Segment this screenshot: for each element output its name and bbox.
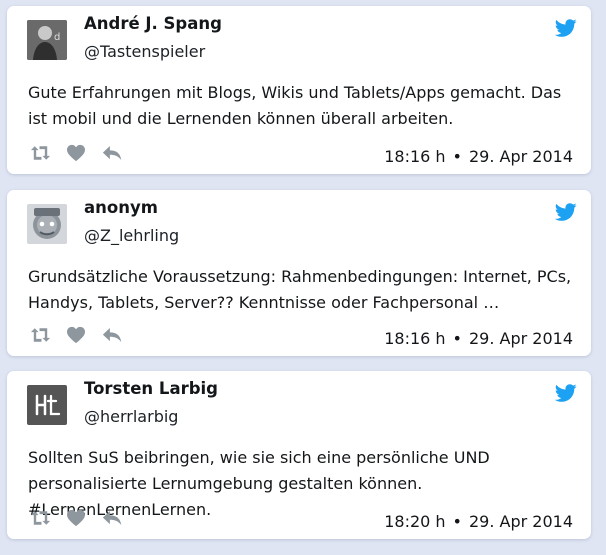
tweet-card: d André J. Spang @Tastenspieler Gute Erf… bbox=[7, 6, 591, 174]
badge-avatar-icon[interactable] bbox=[27, 204, 67, 244]
tweet-time: 18:16 h bbox=[384, 147, 446, 166]
timestamp[interactable]: 18:20 h • 29. Apr 2014 bbox=[384, 512, 573, 531]
monogram-avatar-icon[interactable] bbox=[27, 385, 67, 425]
timestamp[interactable]: 18:16 h • 29. Apr 2014 bbox=[384, 147, 573, 166]
reply-icon[interactable] bbox=[100, 142, 124, 164]
svg-text:d: d bbox=[54, 32, 60, 43]
photo-avatar-icon[interactable]: d bbox=[27, 20, 67, 60]
heart-icon[interactable] bbox=[64, 324, 88, 346]
author-handle[interactable]: @Z_lehrling bbox=[84, 226, 179, 245]
tweet-actions bbox=[28, 142, 124, 164]
reply-icon[interactable] bbox=[100, 507, 124, 529]
time-separator: • bbox=[452, 329, 462, 348]
time-separator: • bbox=[452, 147, 462, 166]
tweet-actions bbox=[28, 507, 124, 529]
tweet-time: 18:16 h bbox=[384, 329, 446, 348]
tweet-date: 29. Apr 2014 bbox=[468, 329, 573, 348]
timestamp[interactable]: 18:16 h • 29. Apr 2014 bbox=[384, 329, 573, 348]
author-name[interactable]: André J. Spang bbox=[84, 14, 222, 33]
tweet-card: Torsten Larbig @herrlarbig Sollten SuS b… bbox=[7, 371, 591, 539]
tweet-text: Grundsätzliche Voraussetzung: Rahmenbedi… bbox=[28, 267, 572, 312]
author-name[interactable]: anonym bbox=[84, 198, 158, 217]
tweet-time: 18:20 h bbox=[384, 512, 446, 531]
time-separator: • bbox=[452, 512, 462, 531]
retweet-icon[interactable] bbox=[28, 324, 52, 346]
author-name[interactable]: Torsten Larbig bbox=[84, 379, 218, 398]
twitter-bird-icon[interactable] bbox=[555, 382, 577, 404]
twitter-bird-icon[interactable] bbox=[555, 17, 577, 39]
retweet-icon[interactable] bbox=[28, 507, 52, 529]
tweet-actions bbox=[28, 324, 124, 346]
author-handle[interactable]: @Tastenspieler bbox=[84, 42, 205, 61]
tweet-card: anonym @Z_lehrling Grundsätzliche Voraus… bbox=[7, 190, 591, 356]
tweet-date: 29. Apr 2014 bbox=[468, 512, 573, 531]
tweet-feed: d André J. Spang @Tastenspieler Gute Erf… bbox=[0, 0, 606, 555]
author-handle[interactable]: @herrlarbig bbox=[84, 407, 178, 426]
heart-icon[interactable] bbox=[64, 507, 88, 529]
twitter-bird-icon[interactable] bbox=[555, 201, 577, 223]
heart-icon[interactable] bbox=[64, 142, 88, 164]
reply-icon[interactable] bbox=[100, 324, 124, 346]
retweet-icon[interactable] bbox=[28, 142, 52, 164]
tweet-date: 29. Apr 2014 bbox=[468, 147, 573, 166]
tweet-text: Gute Erfahrungen mit Blogs, Wikis und Ta… bbox=[28, 83, 562, 128]
